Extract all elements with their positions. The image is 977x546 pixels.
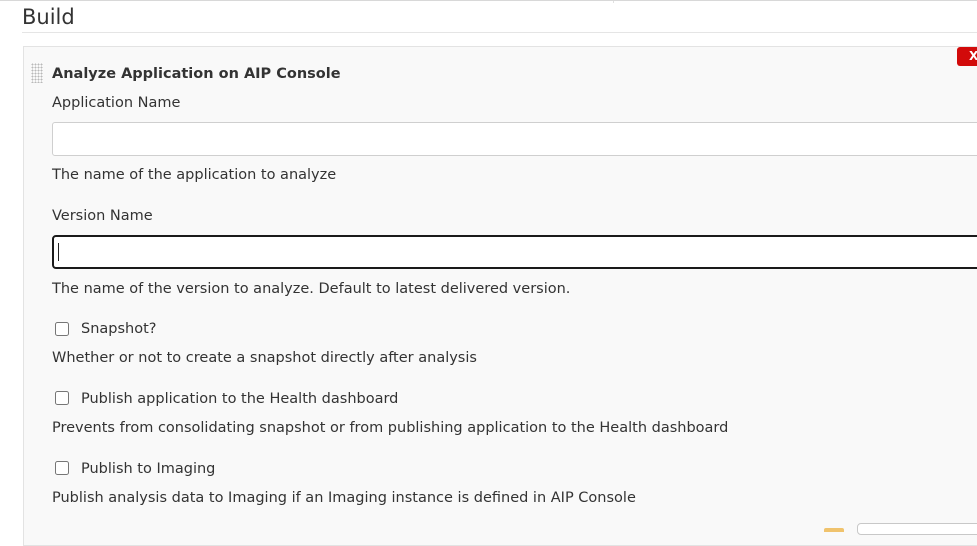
- top-border: [0, 0, 977, 1]
- section-title-rule: [22, 32, 977, 33]
- drag-handle-icon[interactable]: [31, 63, 43, 83]
- section-title: Build: [22, 5, 75, 29]
- publish-imaging-help: Publish analysis data to Imaging if an I…: [52, 490, 636, 506]
- snapshot-checkbox[interactable]: [55, 322, 69, 336]
- text-caret: [58, 243, 59, 261]
- publish-health-label[interactable]: Publish application to the Health dashbo…: [81, 389, 398, 409]
- version-name-help: The name of the version to analyze. Defa…: [52, 281, 571, 297]
- version-name-input[interactable]: [52, 235, 977, 269]
- step-title: Analyze Application on AIP Console: [52, 66, 341, 82]
- publish-imaging-label[interactable]: Publish to Imaging: [81, 459, 215, 479]
- snapshot-help: Whether or not to create a snapshot dire…: [52, 350, 477, 366]
- publish-health-help: Prevents from consolidating snapshot or …: [52, 420, 729, 436]
- application-name-help: The name of the application to analyze: [52, 167, 337, 183]
- publish-imaging-checkbox[interactable]: [55, 461, 69, 475]
- application-name-label: Application Name: [52, 95, 181, 111]
- publish-health-checkbox[interactable]: [55, 391, 69, 405]
- help-icon-partial[interactable]: [824, 528, 844, 532]
- delete-step-button[interactable]: X: [957, 47, 977, 66]
- application-name-input[interactable]: [52, 122, 977, 156]
- top-divider-tick: [613, 1, 614, 3]
- add-step-button-partial[interactable]: [857, 523, 977, 535]
- version-name-label: Version Name: [52, 208, 153, 224]
- snapshot-label[interactable]: Snapshot?: [81, 319, 156, 339]
